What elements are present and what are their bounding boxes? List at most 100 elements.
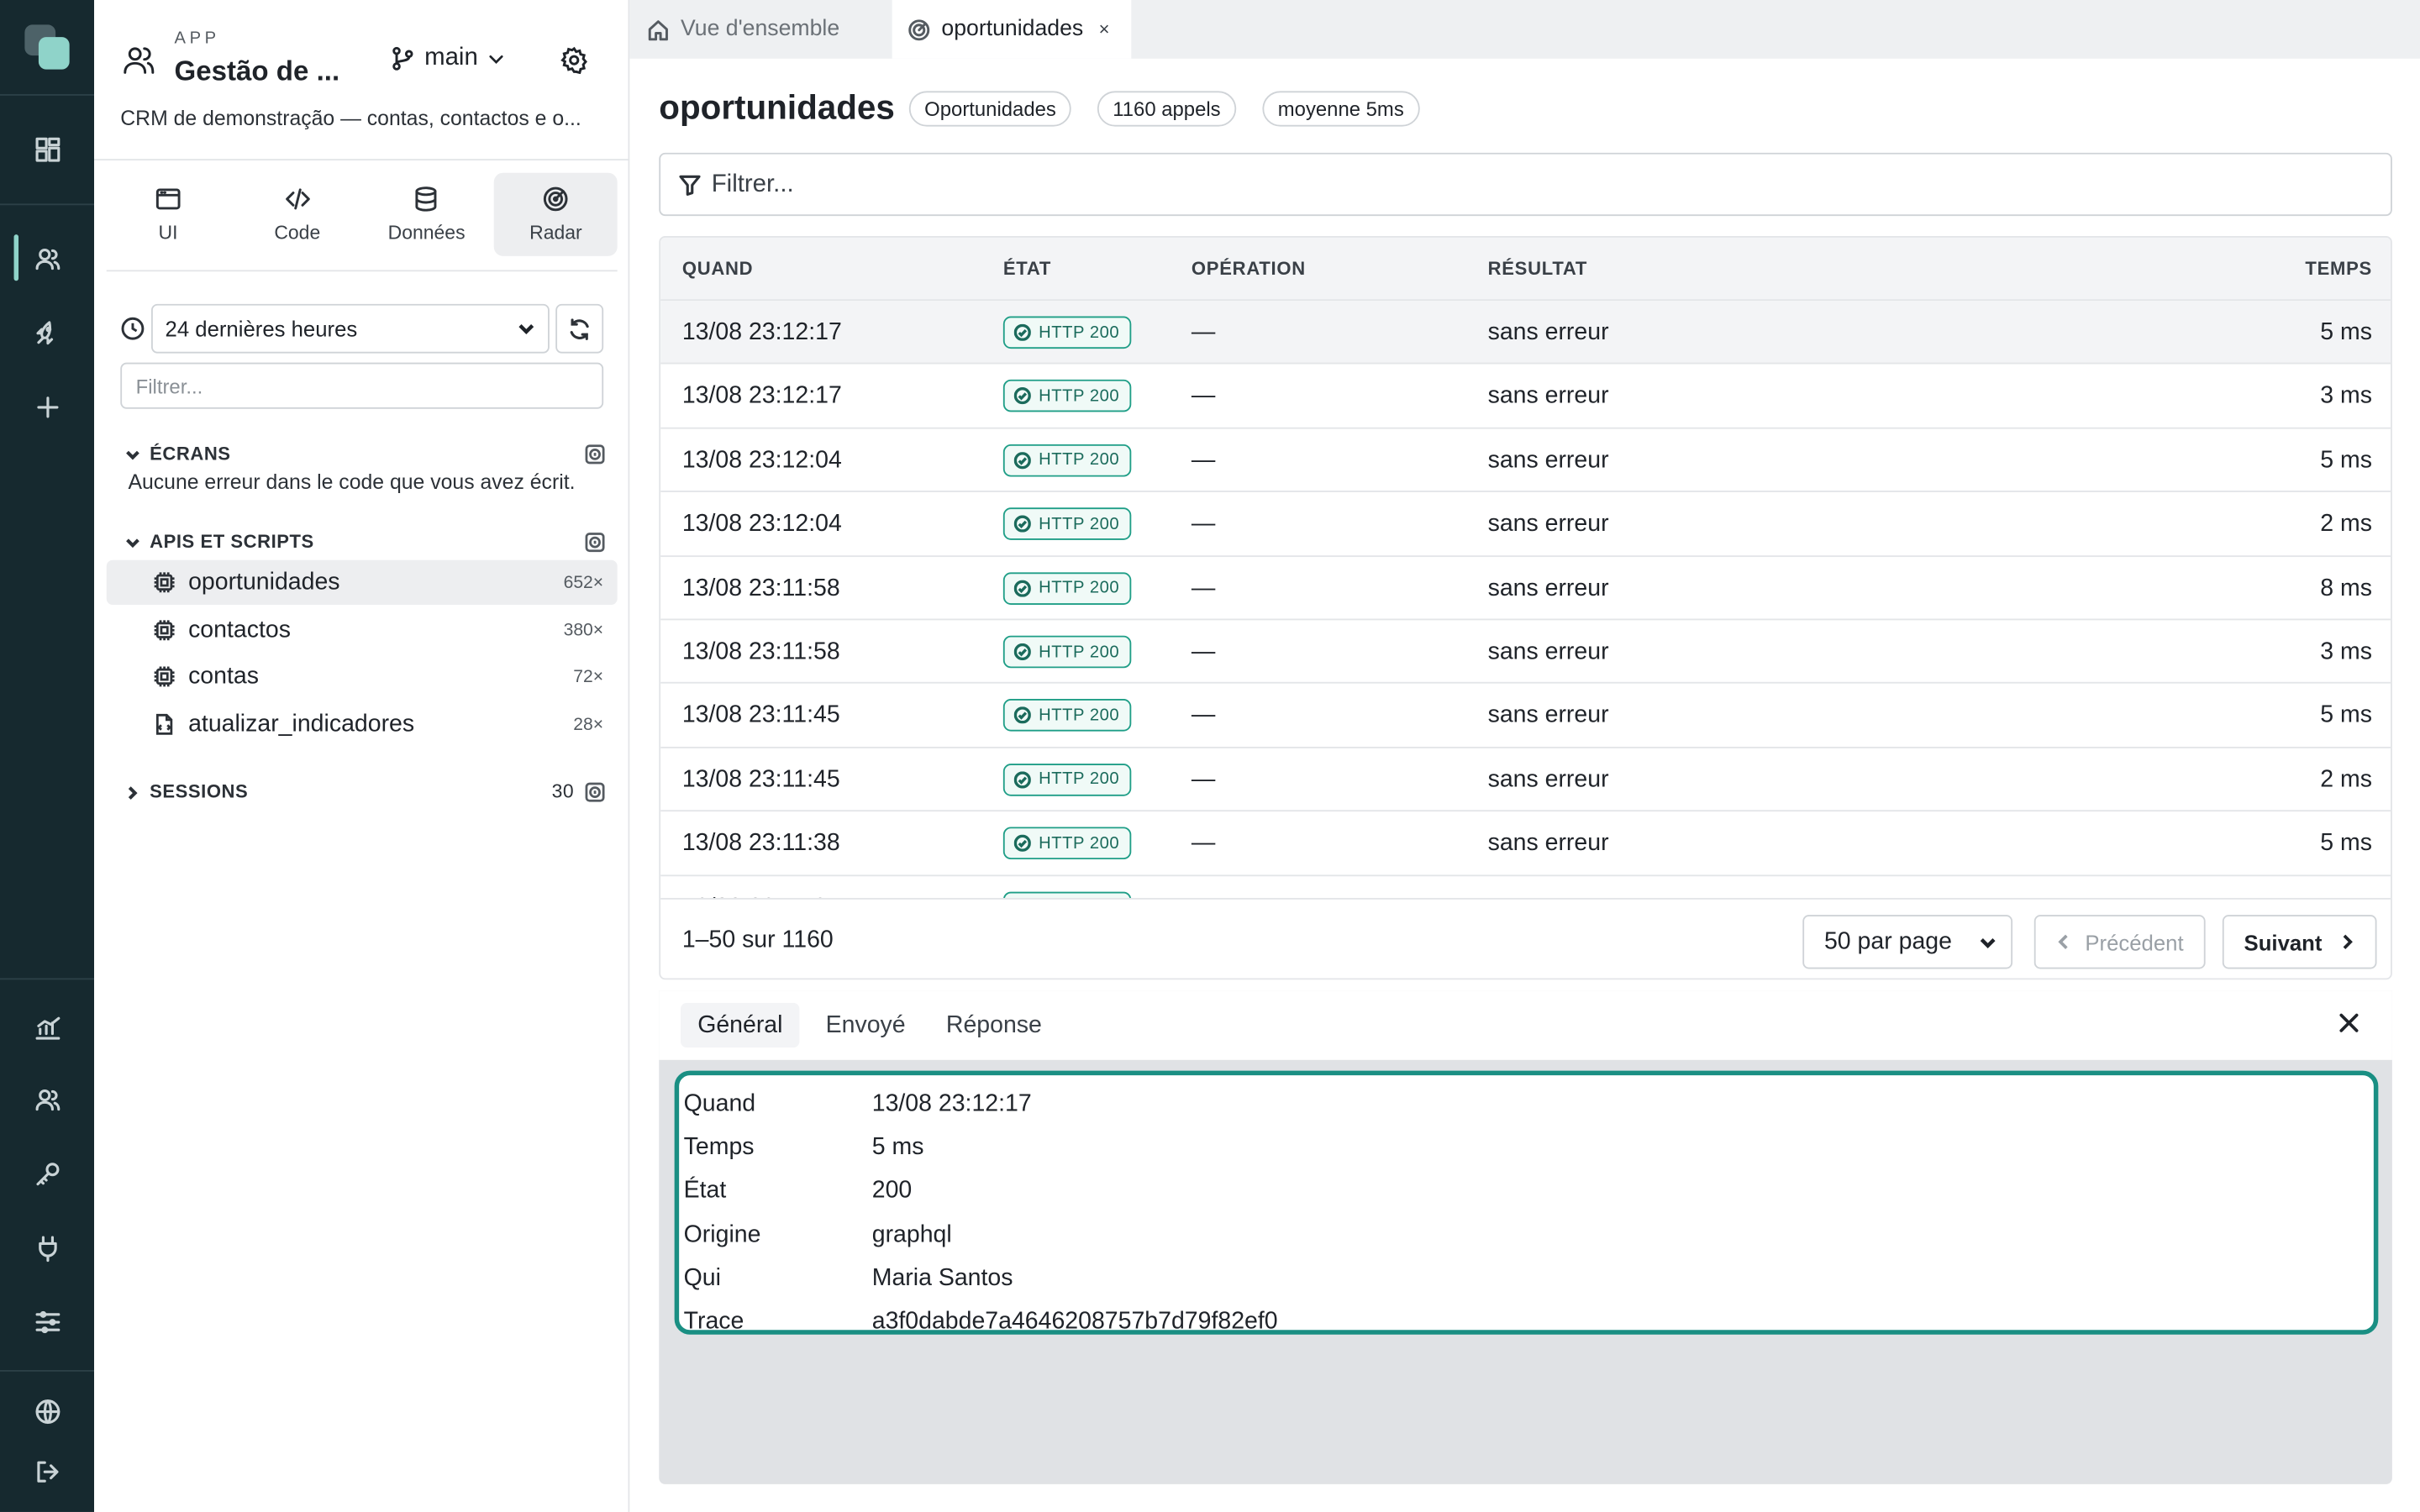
chip-icon <box>153 571 176 595</box>
branch-selector[interactable]: main <box>391 45 504 72</box>
section-sessions[interactable]: SESSIONS 30 <box>125 780 605 802</box>
app-rail <box>0 0 95 1512</box>
detail-tab-envoye[interactable]: Envoyé <box>808 1003 922 1047</box>
gear-icon[interactable] <box>560 46 588 75</box>
cell-operation: — <box>1191 383 1216 410</box>
cell-result: sans erreur <box>1487 575 1609 601</box>
home-icon <box>648 19 668 40</box>
check-circle-icon <box>1013 515 1031 533</box>
plus-icon[interactable] <box>29 389 66 426</box>
chevron-down-icon <box>125 533 140 549</box>
rail-divider <box>0 203 95 206</box>
rocket-icon[interactable] <box>29 315 66 352</box>
column-header[interactable]: OPÉRATION <box>1192 258 1306 280</box>
close-icon[interactable]: × <box>1099 18 1110 40</box>
next-button[interactable]: Suivant <box>2222 915 2376 969</box>
detail-value: 13/08 23:12:17 <box>871 1090 1032 1117</box>
mode-donnees[interactable]: Données <box>365 173 487 256</box>
info-icon[interactable] <box>585 781 605 801</box>
clock-icon <box>120 317 145 341</box>
time-range-select[interactable]: 24 dernières heures <box>150 303 550 354</box>
plug-icon[interactable] <box>29 1230 66 1267</box>
rail-divider <box>0 94 95 96</box>
table-row[interactable]: 13/08 23:11:45 HTTP 200 — sans erreur 2 ms <box>660 748 2391 812</box>
column-header[interactable]: RÉSULTAT <box>1488 258 1588 280</box>
previous-button[interactable]: Précédent <box>2033 915 2206 969</box>
globe-icon[interactable] <box>29 1394 66 1431</box>
cell-operation: — <box>1191 447 1216 474</box>
detail-key: Quand <box>683 1090 756 1117</box>
cell-result: sans erreur <box>1487 830 1609 857</box>
status-text: HTTP 200 <box>1039 386 1120 406</box>
team-icon[interactable] <box>29 1082 66 1119</box>
mode-code[interactable]: Code <box>236 173 359 256</box>
mode-label: Radar <box>529 222 582 244</box>
sliders-icon[interactable] <box>29 1304 66 1341</box>
table-row[interactable]: 13/08 23:11:45 HTTP 200 — sans erreur 5 ms <box>660 684 2391 748</box>
tab-oportunidades[interactable]: oportunidades × <box>892 0 1132 59</box>
cell-result: sans erreur <box>1487 766 1609 793</box>
status-text: HTTP 200 <box>1039 514 1120 533</box>
sidebar-filter-input[interactable]: Filtrer... <box>120 362 604 409</box>
column-header[interactable]: TEMPS <box>2305 258 2372 280</box>
table-row[interactable]: 13/08 23:11:31HTTP 200—sans erreur4 ms <box>660 875 2391 898</box>
api-item-atualizar-indicadores[interactable]: atualizar_indicadores 28× <box>107 702 618 747</box>
dashboard-icon[interactable] <box>29 131 66 168</box>
info-icon[interactable] <box>585 532 605 552</box>
app-name[interactable]: Gestão de ... <box>175 55 340 88</box>
logout-icon[interactable] <box>29 1453 66 1490</box>
tab-overview[interactable]: Vue d'ensemble <box>629 0 886 59</box>
cell-operation: — <box>1191 511 1216 538</box>
refresh-button[interactable] <box>555 303 604 354</box>
mode-radar[interactable]: Radar <box>494 172 618 256</box>
cell-time: 8 ms <box>2320 575 2373 601</box>
refresh-icon <box>570 318 589 339</box>
api-item-oportunidades[interactable]: oportunidades 652× <box>106 559 618 605</box>
analytics-icon[interactable] <box>29 1009 66 1046</box>
column-header[interactable]: ÉTAT <box>1003 258 1051 280</box>
table-row[interactable]: 13/08 23:11:38 HTTP 200 — sans erreur 5 ms <box>660 811 2391 876</box>
cell-result: sans erreur <box>1487 319 1609 346</box>
table-row[interactable]: 13/08 23:12:17 HTTP 200 — sans erreur 5 ms <box>660 301 2391 365</box>
detail-key: Qui <box>683 1264 721 1291</box>
close-icon[interactable] <box>2337 1011 2361 1035</box>
table-row[interactable]: 13/08 23:12:04 HTTP 200 — sans erreur 5 ms <box>660 428 2391 493</box>
api-count: 28× <box>573 715 604 734</box>
header-pill: moyenne 5ms <box>1262 91 1420 127</box>
chevron-down-icon <box>518 323 534 335</box>
detail-value: Maria Santos <box>871 1264 1013 1291</box>
page-title: oportunidades <box>659 87 895 127</box>
rail-divider <box>0 978 95 980</box>
api-name: oportunidades <box>188 568 340 596</box>
mode-ui[interactable]: UI <box>107 173 229 256</box>
section-apis[interactable]: APIS ET SCRIPTS <box>125 531 605 553</box>
api-item-contas[interactable]: contas 72× <box>107 654 618 699</box>
table-row[interactable]: 13/08 23:12:04 HTTP 200 — sans erreur 2 ms <box>660 492 2391 557</box>
per-page-select[interactable]: 50 par page <box>1802 915 2013 969</box>
key-icon[interactable] <box>29 1156 66 1193</box>
cell-when: 13/08 23:12:04 <box>681 447 842 474</box>
api-item-contactos[interactable]: contactos 380× <box>107 608 618 653</box>
header-pill: 1160 appels <box>1097 91 1236 127</box>
filter-input[interactable]: Filtrer... <box>659 152 2392 217</box>
table-row[interactable]: 13/08 23:12:17 HTTP 200 — sans erreur 3 ms <box>660 365 2391 429</box>
table-row[interactable]: 13/08 23:11:58 HTTP 200 — sans erreur 8 ms <box>660 556 2391 621</box>
table-header: QUAND ÉTAT OPÉRATION RÉSULTAT TEMPS <box>660 237 2391 302</box>
table-footer: 1–50 sur 1160 50 par page Précédent Suiv… <box>660 897 2391 979</box>
users-icon[interactable] <box>29 241 66 278</box>
logo[interactable] <box>24 24 70 70</box>
rail-active-indicator <box>13 234 19 281</box>
cell-when: 13/08 23:12:17 <box>681 319 842 346</box>
cell-operation: — <box>1191 766 1216 793</box>
detail-tab-general[interactable]: Général <box>680 1002 800 1048</box>
status-text: HTTP 200 <box>1039 834 1120 853</box>
table-row[interactable]: 13/08 23:11:58 HTTP 200 — sans erreur 3 ms <box>660 620 2391 685</box>
calls-table: QUAND ÉTAT OPÉRATION RÉSULTAT TEMPS 13/0… <box>659 236 2392 980</box>
filter-placeholder: Filtrer... <box>711 170 794 197</box>
detail-tab-reponse[interactable]: Réponse <box>929 1003 1059 1047</box>
section-screens[interactable]: ÉCRANS <box>125 443 605 465</box>
info-icon[interactable] <box>585 444 605 464</box>
check-circle-icon <box>1013 643 1031 661</box>
column-header[interactable]: QUAND <box>682 258 753 280</box>
cell-when: 13/08 23:11:58 <box>681 638 840 665</box>
